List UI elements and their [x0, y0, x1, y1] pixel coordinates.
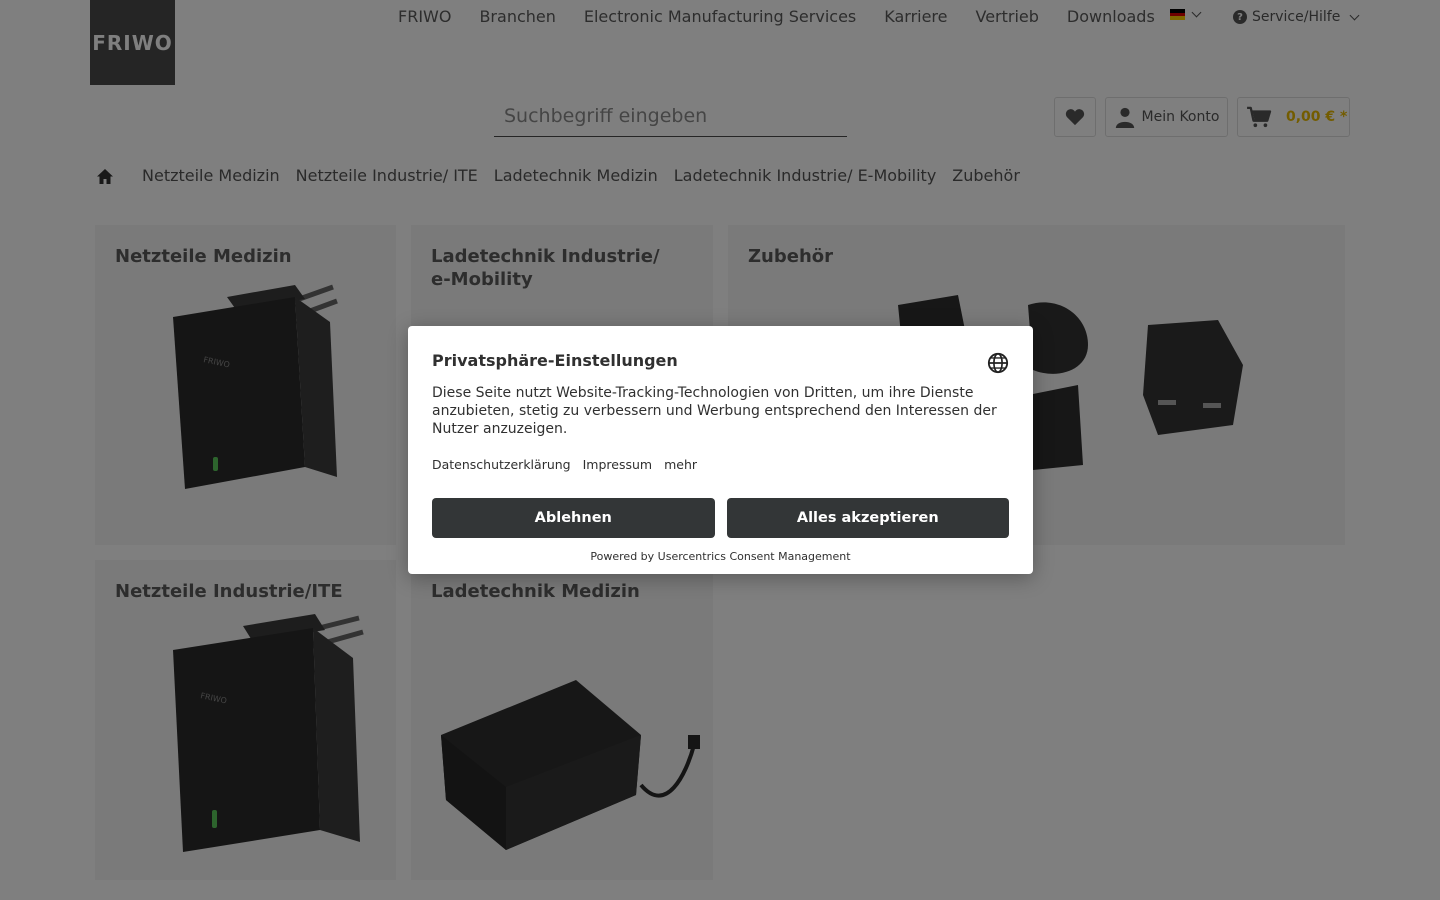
privacy-policy-link[interactable]: Datenschutzerklärung: [432, 457, 571, 472]
powered-by-text: Powered by Usercentrics Consent Manageme…: [590, 550, 851, 563]
dialog-title: Privatsphäre-Einstellungen: [432, 351, 678, 370]
globe-icon[interactable]: [987, 352, 1009, 374]
privacy-consent-dialog: Privatsphäre-Einstellungen Diese Seite n…: [408, 326, 1033, 574]
dialog-description: Diese Seite nutzt Website-Tracking-Techn…: [432, 385, 997, 437]
more-link[interactable]: mehr: [664, 457, 697, 472]
accept-all-button[interactable]: Alles akzeptieren: [726, 498, 1009, 538]
imprint-link[interactable]: Impressum: [583, 457, 652, 472]
decline-button[interactable]: Ablehnen: [432, 498, 715, 538]
dialog-links: Datenschutzerklärung Impressum mehr: [432, 457, 1009, 472]
dialog-actions: Ablehnen Alles akzeptieren: [432, 498, 1009, 538]
